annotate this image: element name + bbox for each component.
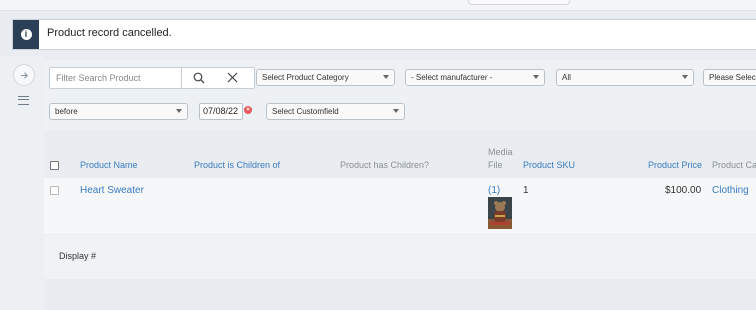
product-table: Product Name Product is Children of Prod… — [44, 135, 756, 310]
search-input[interactable] — [50, 68, 192, 88]
product-category-link[interactable]: Clothing — [712, 185, 749, 196]
clear-date-icon[interactable]: × — [244, 106, 252, 114]
filter-bar: Select Product Category - Select manufac… — [44, 60, 756, 130]
chevron-down-icon — [533, 75, 539, 79]
chevron-down-icon — [682, 75, 688, 79]
top-bar — [0, 0, 756, 11]
header-children-of[interactable]: Product is Children of — [194, 160, 280, 170]
info-icon-box: i — [13, 20, 39, 49]
close-icon[interactable] — [227, 72, 238, 83]
search-divider — [181, 67, 182, 89]
table-footer: Display # — [44, 235, 756, 279]
date-mode-value: before — [55, 107, 78, 116]
table-row: Heart Sweater (1) 1 $100.00 Clothing — [44, 178, 756, 234]
media-count-link[interactable]: (1) — [488, 185, 500, 196]
arrow-right-icon[interactable] — [13, 64, 35, 86]
date-mode-select[interactable]: before — [49, 103, 188, 120]
header-has-children: Product has Children? — [340, 160, 430, 170]
header-media-line1: Media — [488, 147, 513, 157]
manufacturer-select[interactable]: - Select manufacturer - — [405, 69, 545, 86]
search-box — [49, 67, 255, 89]
row-checkbox[interactable] — [50, 186, 59, 195]
select-all-checkbox[interactable] — [50, 161, 59, 170]
hamburger-menu-icon[interactable] — [13, 90, 33, 110]
info-icon: i — [20, 29, 32, 40]
header-media-line2: File — [488, 160, 503, 170]
product-sku-value: 1 — [523, 185, 529, 196]
product-price-value: $100.00 — [665, 185, 702, 196]
alert-message: Product record cancelled. — [47, 27, 172, 39]
chevron-down-icon — [383, 75, 389, 79]
chevron-down-icon — [176, 109, 182, 113]
display-count-label: Display # — [59, 251, 97, 261]
header-product-category: Product Ca — [712, 160, 756, 170]
product-thumbnail[interactable] — [488, 197, 512, 229]
product-name-link[interactable]: Heart Sweater — [80, 185, 144, 196]
header-product-name[interactable]: Product Name — [80, 160, 138, 170]
chevron-down-icon — [393, 109, 399, 113]
header-product-sku[interactable]: Product SKU — [523, 160, 575, 170]
sidebar — [0, 56, 44, 310]
other-select-value: Please Select — [709, 73, 756, 82]
category-select[interactable]: Select Product Category — [256, 69, 395, 86]
status-select-value: All — [562, 73, 571, 82]
customfield-select-value: Select Customfield — [272, 107, 339, 116]
search-icon[interactable] — [193, 72, 205, 84]
other-select[interactable]: Please Select — [703, 69, 756, 86]
category-select-value: Select Product Category — [262, 73, 349, 82]
date-field[interactable]: 07/08/22 — [199, 103, 243, 120]
header-product-price[interactable]: Product Price — [648, 160, 702, 170]
info-alert: i Product record cancelled. — [12, 19, 756, 50]
customfield-select[interactable]: Select Customfield — [266, 103, 405, 120]
status-select[interactable]: All — [556, 69, 694, 86]
manufacturer-select-value: - Select manufacturer - — [411, 73, 493, 82]
top-tab[interactable] — [468, 0, 570, 5]
